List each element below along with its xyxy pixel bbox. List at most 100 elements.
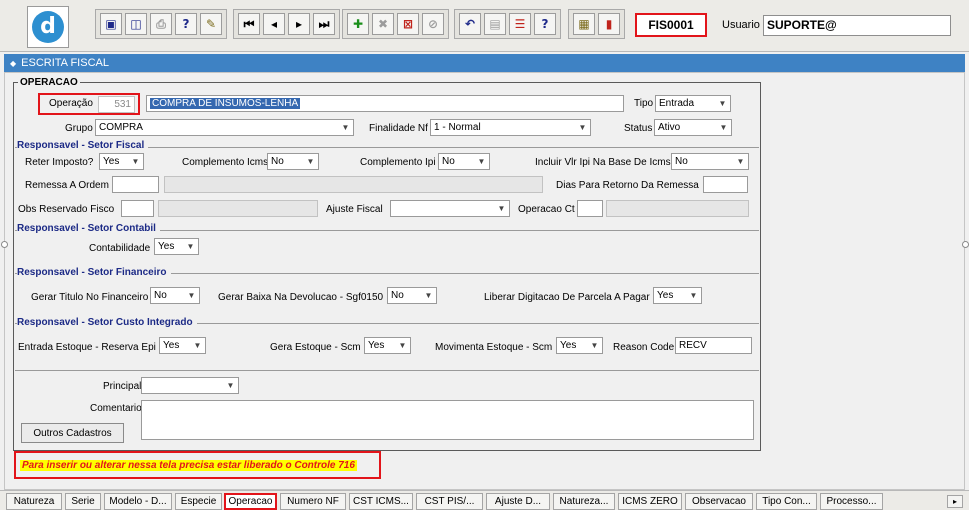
tipo-select[interactable]: Entrada ▼ — [655, 95, 731, 112]
window-title-icon: ◆ — [10, 58, 17, 68]
list-icon[interactable]: ☰ — [509, 13, 531, 35]
tab-cst-pis[interactable]: CST PIS/... — [416, 493, 483, 510]
clipboard-icon[interactable]: ▤ — [484, 13, 506, 35]
first-record-icon[interactable]: ⏮ — [238, 13, 260, 35]
toolbar-group-menu: ▦ ▮ — [568, 9, 625, 39]
ajuste-fiscal-label: Ajuste Fiscal — [326, 204, 383, 215]
window-icon[interactable]: ◫ — [125, 13, 147, 35]
finalidade-select[interactable]: 1 - Normal ▼ — [430, 119, 591, 136]
chevron-down-icon: ▼ — [226, 381, 235, 390]
query-icon[interactable]: ⊠ — [397, 13, 419, 35]
gerar-titulo-select[interactable]: No ▼ — [150, 287, 200, 304]
comentario-label: Comentario — [90, 403, 142, 414]
chevron-down-icon: ▼ — [477, 157, 486, 166]
contabilidade-select[interactable]: Yes ▼ — [154, 238, 199, 255]
operacao-ct-field[interactable] — [577, 200, 603, 217]
incluir-ipi-select[interactable]: No ▼ — [671, 153, 749, 170]
comentario-textarea[interactable] — [141, 400, 754, 440]
tab-natureza-2[interactable]: Natureza... — [553, 493, 615, 510]
principal-select[interactable]: ▼ — [141, 377, 239, 394]
toolbar-group-edit: ↶ ▤ ☰ ? — [454, 9, 561, 39]
tab-scroll-right-icon[interactable]: ▸ — [947, 495, 963, 508]
tab-tipo-conta[interactable]: Tipo Con... — [756, 493, 817, 510]
complemento-ipi-select[interactable]: No ▼ — [438, 153, 490, 170]
tab-icms-zero[interactable]: ICMS ZERO — [618, 493, 682, 510]
chevron-down-icon: ▼ — [186, 242, 195, 251]
remessa-ordem-label: Remessa A Ordem — [25, 180, 109, 191]
section-custo-title: Responsavel - Setor Custo Integrado — [17, 317, 197, 328]
tab-serie[interactable]: Serie — [65, 493, 101, 510]
next-record-icon[interactable]: ▸ — [288, 13, 310, 35]
entrada-estoque-label: Entrada Estoque - Reserva Epi — [18, 342, 156, 353]
left-splitter-handle[interactable] — [1, 241, 8, 248]
operacao-ct-description — [606, 200, 749, 217]
obs-fisco-label: Obs Reservado Fisco — [18, 204, 115, 215]
toolbar-group-records: ✚ ✖ ⊠ ⊘ — [342, 9, 449, 39]
menu-icon[interactable]: ▦ — [573, 13, 595, 35]
form-code: FIS0001 — [635, 13, 707, 37]
reason-code-field[interactable]: RECV — [675, 337, 752, 354]
prev-record-icon[interactable]: ◂ — [263, 13, 285, 35]
liberar-parcela-select[interactable]: Yes ▼ — [653, 287, 702, 304]
user-label: Usuario — [722, 19, 760, 31]
movimenta-estoque-select[interactable]: Yes ▼ — [556, 337, 603, 354]
remessa-ordem-field[interactable] — [112, 176, 159, 193]
reter-imposto-select[interactable]: Yes ▼ — [99, 153, 144, 170]
chevron-down-icon: ▼ — [187, 291, 196, 300]
warning-box: Para inserir ou alterar nessa tela preci… — [14, 451, 381, 479]
section-contabil-title: Responsavel - Setor Contabil — [17, 223, 160, 234]
execute-query-icon[interactable]: ⊘ — [422, 13, 444, 35]
gera-estoque-label: Gera Estoque - Scm — [270, 342, 361, 353]
insert-record-icon[interactable]: ✚ — [347, 13, 369, 35]
section-divider — [15, 370, 759, 371]
user-field[interactable]: SUPORTE@ — [763, 15, 951, 36]
outros-cadastros-button[interactable]: Outros Cadastros — [21, 423, 124, 443]
chevron-down-icon: ▼ — [719, 123, 728, 132]
obs-fisco-description — [158, 200, 318, 217]
status-select[interactable]: Ativo ▼ — [654, 119, 732, 136]
complemento-icms-select[interactable]: No ▼ — [267, 153, 319, 170]
window-titlebar: ◆ ESCRITA FISCAL — [4, 54, 965, 72]
help-icon[interactable]: ? — [534, 13, 556, 35]
wand-icon[interactable]: ✎ — [200, 13, 222, 35]
gera-estoque-select[interactable]: Yes ▼ — [364, 337, 411, 354]
complemento-ipi-label: Complemento Ipi — [360, 157, 436, 168]
dias-retorno-field[interactable] — [703, 176, 748, 193]
operacao-description-field[interactable]: COMPRA DE INSUMOS-LENHA — [146, 95, 624, 112]
exit-icon[interactable]: ▮ — [598, 13, 620, 35]
help-query-icon[interactable]: ? — [175, 13, 197, 35]
operacao-frame-legend: OPERACAO — [18, 77, 80, 88]
entrada-estoque-select[interactable]: Yes ▼ — [159, 337, 206, 354]
tab-operacao[interactable]: Operacao — [224, 493, 277, 510]
toolbar-group-file: ▣ ◫ ⎙ ? ✎ — [95, 9, 227, 39]
print-icon[interactable]: ⎙ — [150, 13, 172, 35]
ajuste-fiscal-select[interactable]: ▼ — [390, 200, 510, 217]
tab-observacao[interactable]: Observacao — [685, 493, 753, 510]
tab-numero-nf[interactable]: Numero NF — [280, 493, 346, 510]
undo-icon[interactable]: ↶ — [459, 13, 481, 35]
status-label: Status — [624, 123, 653, 134]
chevron-down-icon: ▼ — [590, 341, 599, 350]
grupo-select[interactable]: COMPRA ▼ — [95, 119, 354, 136]
chevron-down-icon: ▼ — [718, 99, 727, 108]
contabilidade-label: Contabilidade — [89, 243, 151, 254]
obs-fisco-field[interactable] — [121, 200, 154, 217]
toolbar: d ▣ ◫ ⎙ ? ✎ ⏮ ◂ ▸ ⏭ ✚ ✖ ⊠ ⊘ ↶ ▤ ☰ ? ▦ ▮ … — [0, 0, 969, 52]
save-icon[interactable]: ▣ — [100, 13, 122, 35]
tab-modelo-documento[interactable]: Modelo - D... — [104, 493, 172, 510]
last-record-icon[interactable]: ⏭ — [313, 13, 335, 35]
dias-retorno-label: Dias Para Retorno Da Remessa — [556, 180, 699, 191]
tab-cst-icms[interactable]: CST ICMS... — [349, 493, 413, 510]
delete-record-icon[interactable]: ✖ — [372, 13, 394, 35]
right-splitter-handle[interactable] — [962, 241, 969, 248]
tab-natureza[interactable]: Natureza — [6, 493, 62, 510]
app-logo: d — [27, 6, 69, 48]
chevron-down-icon: ▼ — [424, 291, 433, 300]
tab-ajuste-documento[interactable]: Ajuste D... — [486, 493, 550, 510]
chevron-down-icon: ▼ — [398, 341, 407, 350]
section-fiscal-title: Responsavel - Setor Fiscal — [17, 140, 149, 151]
gerar-baixa-select[interactable]: No ▼ — [387, 287, 437, 304]
chevron-down-icon: ▼ — [578, 123, 587, 132]
tab-especie[interactable]: Especie — [175, 493, 222, 510]
tab-processo[interactable]: Processo... — [820, 493, 883, 510]
